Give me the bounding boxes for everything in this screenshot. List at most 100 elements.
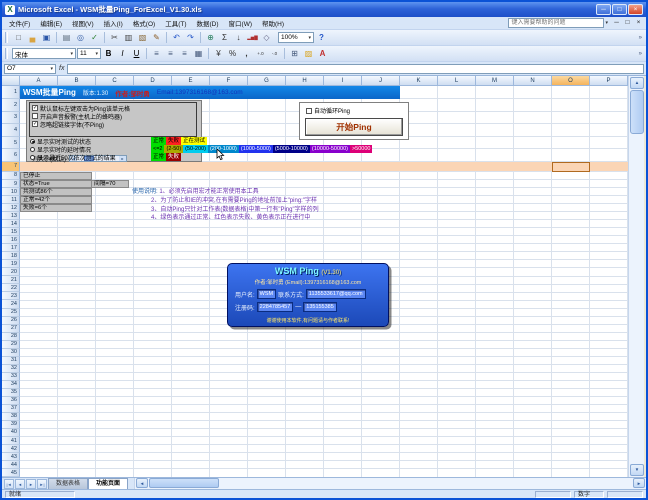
row-header-37[interactable]: 37	[2, 404, 20, 413]
paste-icon[interactable]: ▧	[136, 31, 149, 44]
row-header-12[interactable]: 12	[2, 204, 20, 213]
restore-button[interactable]: □	[612, 4, 627, 15]
column-header-F[interactable]: F	[210, 76, 248, 86]
cut-icon[interactable]: ✂	[108, 31, 121, 44]
workbook-restore-button[interactable]: □	[622, 18, 633, 28]
row-header-36[interactable]: 36	[2, 396, 20, 405]
help-icon[interactable]: ?	[315, 31, 328, 44]
row-header-5[interactable]: 5	[2, 136, 20, 150]
row-header-29[interactable]: 29	[2, 340, 20, 349]
row-header-15[interactable]: 15	[2, 228, 20, 237]
close-button[interactable]: ×	[628, 4, 643, 15]
row-header-9[interactable]: 9	[2, 180, 20, 189]
save-icon[interactable]: ▣	[40, 31, 53, 44]
column-header-C[interactable]: C	[96, 76, 134, 86]
menu-item-5[interactable]: 工具(T)	[160, 18, 191, 28]
row-header-33[interactable]: 33	[2, 372, 20, 381]
row-header-38[interactable]: 38	[2, 412, 20, 421]
font-size-combo[interactable]: 11 ▾	[77, 48, 101, 59]
grid-row-10[interactable]	[20, 188, 628, 197]
grid-row-45[interactable]	[20, 469, 628, 477]
vertical-scrollbar[interactable]: ▲ ▼	[628, 76, 644, 477]
grid-row-35[interactable]	[20, 389, 628, 398]
toolbar-options-icon[interactable]: »	[639, 51, 644, 57]
help-search-input[interactable]	[508, 18, 605, 28]
tab-scroll-last-button[interactable]: ►|	[37, 478, 47, 489]
grid-row-29[interactable]	[20, 341, 628, 349]
toolbar-grip[interactable]	[5, 32, 8, 43]
row-header-8[interactable]: 8	[2, 171, 20, 180]
menu-item-2[interactable]: 视图(V)	[67, 18, 99, 28]
row-header-31[interactable]: 31	[2, 356, 20, 365]
tab-scroll-first-button[interactable]: |◄	[4, 478, 14, 489]
row-header-25[interactable]: 25	[2, 308, 20, 317]
chevron-down-icon[interactable]: ▾	[605, 20, 608, 26]
row-header-43[interactable]: 43	[2, 453, 20, 462]
grid-row-43[interactable]	[20, 453, 628, 462]
menu-item-8[interactable]: 帮助(H)	[257, 18, 289, 28]
grid-row-16[interactable]	[20, 236, 628, 245]
chart-wizard-icon[interactable]: ▂▅▇	[246, 31, 259, 44]
column-header-K[interactable]: K	[400, 76, 438, 86]
hyperlink-icon[interactable]: ⊕	[204, 31, 217, 44]
formula-input[interactable]	[67, 63, 644, 74]
open-icon[interactable]: ▄	[26, 31, 39, 44]
sheet-tab-数据表格[interactable]: 数据表格	[48, 478, 89, 489]
checked-checkbox[interactable]: ✓	[32, 105, 38, 112]
row-header-45[interactable]: 45	[2, 469, 20, 478]
sheet-tab-功能页面[interactable]: 功能页面	[88, 478, 129, 489]
row-header-34[interactable]: 34	[2, 380, 20, 389]
print-preview-icon[interactable]: ◎	[74, 31, 87, 44]
tab-scroll-prev-button[interactable]: ◄	[15, 478, 25, 489]
chevron-down-icon[interactable]: ▾	[95, 51, 98, 57]
row-header-19[interactable]: 19	[2, 260, 20, 269]
redo-icon[interactable]: ↷	[184, 31, 197, 44]
align-left-icon[interactable]: ≡	[150, 47, 163, 60]
grid-row-30[interactable]	[20, 349, 628, 357]
vertical-scrollbar-thumb[interactable]	[630, 90, 644, 134]
cell-name-box[interactable]: O7 ▾	[4, 63, 56, 74]
row-header-42[interactable]: 42	[2, 445, 20, 454]
column-header-P[interactable]: P	[590, 76, 628, 86]
unchecked-checkbox[interactable]	[32, 113, 38, 120]
italic-icon[interactable]: I	[116, 47, 129, 60]
row-header-41[interactable]: 41	[2, 437, 20, 446]
print-icon[interactable]: ▤	[60, 31, 73, 44]
row-header-16[interactable]: 16	[2, 236, 20, 245]
row-header-23[interactable]: 23	[2, 292, 20, 301]
chevron-down-icon[interactable]: ▾	[70, 51, 73, 57]
row-header-20[interactable]: 20	[2, 268, 20, 277]
workbook-minimize-button[interactable]: ─	[611, 18, 622, 28]
radio-button[interactable]	[30, 146, 35, 152]
new-icon[interactable]: □	[12, 31, 25, 44]
grid-row-12[interactable]	[20, 204, 628, 213]
row-header-32[interactable]: 32	[2, 364, 20, 373]
row-header-7[interactable]: 7	[2, 161, 20, 172]
drawing-icon[interactable]: ◇	[260, 31, 273, 44]
row-header-10[interactable]: 10	[2, 188, 20, 197]
minimize-button[interactable]: ─	[596, 4, 611, 15]
row-header-6[interactable]: 6	[2, 149, 20, 162]
insert-function-icon[interactable]: fx	[59, 65, 64, 72]
underline-icon[interactable]: U	[130, 47, 143, 60]
row-header-30[interactable]: 30	[2, 348, 20, 357]
grid-row-8[interactable]	[20, 172, 628, 181]
row-header-35[interactable]: 35	[2, 388, 20, 397]
decrease-decimal-icon[interactable]: -.0	[268, 47, 281, 60]
toolbar-options-icon[interactable]: »	[639, 35, 644, 41]
chevron-down-icon[interactable]: ▾	[308, 35, 311, 41]
spelling-icon[interactable]: ✓	[88, 31, 101, 44]
grid-row-44[interactable]	[20, 461, 628, 470]
column-header-G[interactable]: G	[248, 76, 286, 86]
grid-row-28[interactable]	[20, 333, 628, 341]
chevron-down-icon[interactable]: ▾	[50, 66, 53, 72]
grid[interactable]: WSM批量Ping 版本:1.30 作者:邹时勇 Email:139731616…	[20, 86, 628, 477]
copy-icon[interactable]: ▥	[122, 31, 135, 44]
menu-item-6[interactable]: 数据(D)	[192, 18, 224, 28]
select-all-corner[interactable]	[2, 76, 20, 86]
row-header-39[interactable]: 39	[2, 420, 20, 429]
row-header-22[interactable]: 22	[2, 284, 20, 293]
grid-row-14[interactable]	[20, 220, 628, 229]
increase-decimal-icon[interactable]: +.0	[254, 47, 267, 60]
align-center-icon[interactable]: ≡	[164, 47, 177, 60]
